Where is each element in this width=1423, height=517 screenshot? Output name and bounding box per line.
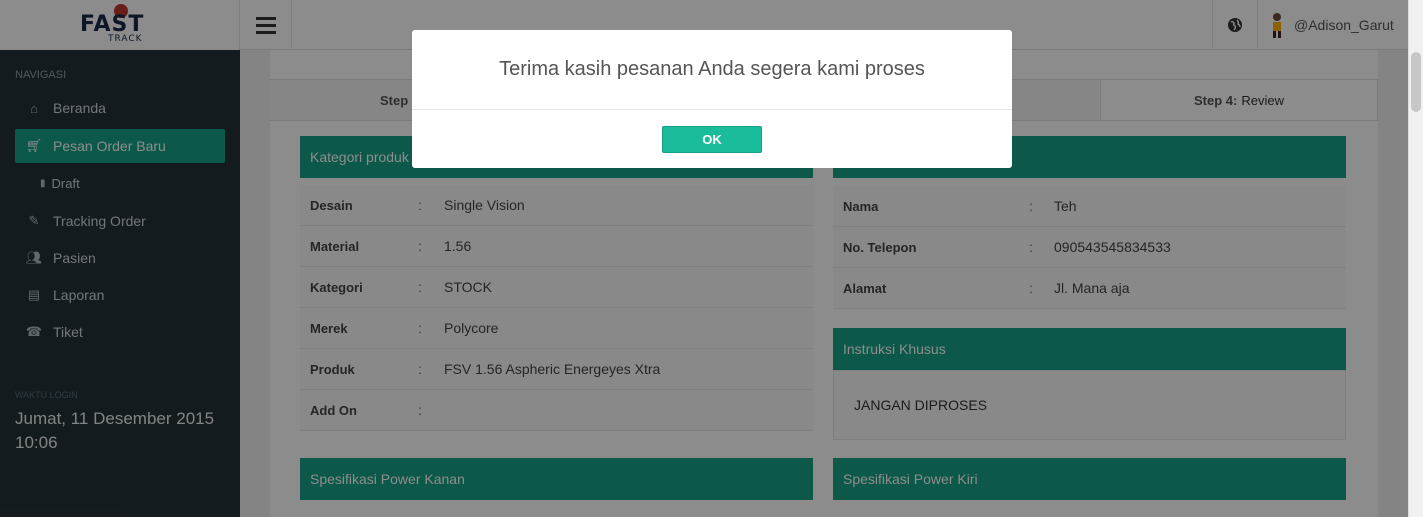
dialog-message: Terima kasih pesanan Anda segera kami pr… (412, 30, 1012, 110)
scrollbar-thumb[interactable] (1411, 52, 1421, 112)
page-scrollbar[interactable] (1408, 0, 1423, 517)
ok-button[interactable]: OK (662, 126, 762, 153)
confirmation-dialog: Terima kasih pesanan Anda segera kami pr… (412, 30, 1012, 168)
